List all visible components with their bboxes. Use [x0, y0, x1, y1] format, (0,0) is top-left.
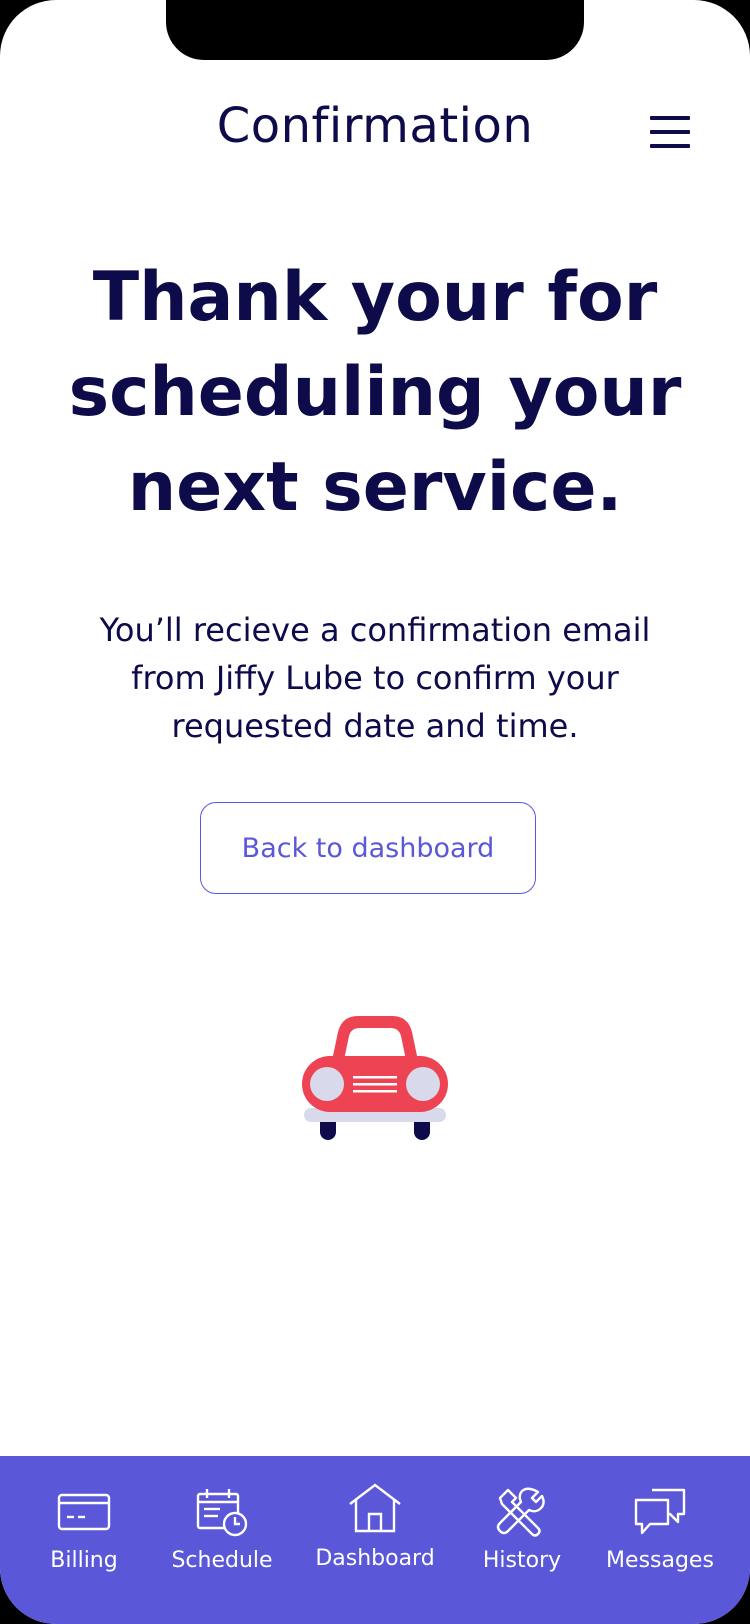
confirmation-message: You’ll recieve a confirmation email from… — [99, 611, 651, 745]
tab-history[interactable]: History — [452, 1456, 592, 1624]
tab-history-label: History — [482, 1548, 562, 1573]
tab-schedule[interactable]: Schedule — [152, 1456, 292, 1624]
chat-bubbles-icon — [634, 1488, 686, 1535]
tab-messages[interactable]: Messages — [590, 1456, 730, 1624]
calendar-clock-icon — [196, 1489, 248, 1537]
car-icon — [302, 1016, 448, 1140]
tab-dashboard[interactable]: Dashboard — [305, 1456, 445, 1624]
home-icon — [349, 1483, 401, 1533]
bottom-tab-bar: Billing Schedule Dashboard History Messa… — [0, 1456, 750, 1624]
page-title: Confirmation — [216, 98, 534, 154]
tab-schedule-label: Schedule — [171, 1548, 273, 1573]
tab-messages-label: Messages — [606, 1548, 714, 1573]
tab-billing[interactable]: Billing — [14, 1456, 154, 1624]
back-to-dashboard-button[interactable]: Back to dashboard — [200, 802, 536, 894]
menu-button[interactable] — [648, 112, 692, 152]
tab-dashboard-label: Dashboard — [315, 1546, 435, 1571]
device-notch — [166, 0, 584, 60]
confirmation-headline: Thank your for scheduling your next serv… — [68, 258, 682, 527]
tab-billing-label: Billing — [50, 1548, 118, 1573]
credit-card-icon — [57, 1493, 111, 1531]
tools-icon — [496, 1487, 545, 1537]
phone-screen: Confirmation Thank your for scheduling y… — [0, 0, 750, 1624]
